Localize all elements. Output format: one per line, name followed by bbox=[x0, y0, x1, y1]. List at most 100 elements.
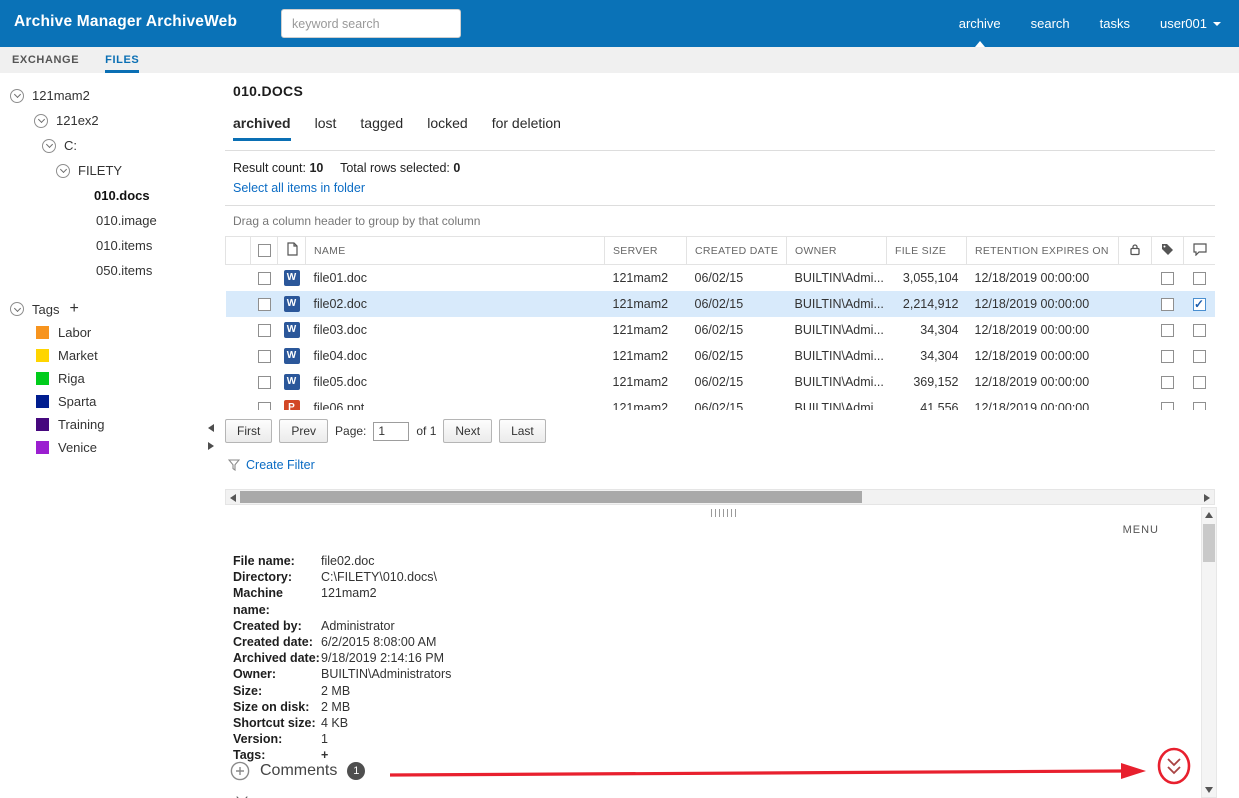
row-checkbox[interactable] bbox=[257, 375, 271, 389]
column-header-created-date[interactable]: CREATED DATE bbox=[686, 236, 787, 265]
nav-tasks[interactable]: tasks bbox=[1100, 0, 1130, 47]
view-tab-tagged[interactable]: tagged bbox=[360, 115, 403, 141]
select-all-link[interactable]: Select all items in folder bbox=[233, 181, 365, 195]
tag-item-riga[interactable]: Riga bbox=[0, 367, 216, 390]
chevron-down-icon[interactable] bbox=[236, 791, 248, 798]
keyword-search-input[interactable] bbox=[281, 9, 461, 38]
prev-page-button[interactable]: Prev bbox=[279, 419, 329, 443]
scroll-left-arrow[interactable] bbox=[230, 494, 236, 502]
scroll-right-arrow[interactable] bbox=[1204, 494, 1210, 502]
horizontal-scroll-thumb[interactable] bbox=[240, 491, 862, 503]
detail-value: BUILTIN\Administrators bbox=[321, 667, 452, 682]
table-row[interactable]: Wfile03.doc 121mam2 06/02/15 BUILTIN\Admi..… bbox=[226, 317, 1216, 343]
first-page-button[interactable]: First bbox=[225, 419, 273, 443]
tag-checkbox[interactable] bbox=[1161, 349, 1174, 363]
tag-checkbox[interactable] bbox=[1161, 401, 1174, 410]
scroll-up-arrow[interactable] bbox=[1205, 512, 1213, 518]
nav-search[interactable]: search bbox=[1031, 0, 1070, 47]
column-header-name[interactable]: NAME bbox=[305, 236, 605, 265]
collapse-right-icon[interactable] bbox=[208, 442, 214, 450]
expand-collapse-icon[interactable] bbox=[42, 138, 56, 153]
tree-item-FILETY[interactable]: FILETY bbox=[0, 158, 216, 183]
divider bbox=[225, 150, 1215, 151]
tree-item-121ex2[interactable]: 121ex2 bbox=[0, 108, 216, 133]
expand-collapse-icon[interactable] bbox=[56, 163, 70, 178]
file-type-column-icon[interactable] bbox=[277, 236, 306, 265]
column-header-owner[interactable]: OWNER bbox=[786, 236, 887, 265]
tag-checkbox[interactable] bbox=[1161, 375, 1174, 389]
select-all-checkbox[interactable] bbox=[257, 244, 271, 257]
file-type-icon: P bbox=[283, 399, 300, 410]
view-tab-locked[interactable]: locked bbox=[427, 115, 467, 141]
tag-item-market[interactable]: Market bbox=[0, 344, 216, 367]
horizontal-scrollbar[interactable] bbox=[225, 489, 1215, 505]
panel-resize-grip[interactable] bbox=[711, 509, 737, 517]
tree-item-010.items[interactable]: 010.items bbox=[0, 233, 216, 258]
table-row[interactable]: Wfile04.doc 121mam2 06/02/15 BUILTIN\Admi..… bbox=[226, 343, 1216, 369]
create-filter-link[interactable]: Create Filter bbox=[228, 458, 315, 472]
tab-files[interactable]: FILES bbox=[105, 47, 140, 73]
column-header-file-size[interactable]: FILE SIZE bbox=[886, 236, 967, 265]
tree-item-010.image[interactable]: 010.image bbox=[0, 208, 216, 233]
tree-item-121mam2[interactable]: 121mam2 bbox=[0, 83, 216, 108]
row-checkbox[interactable] bbox=[257, 349, 271, 363]
tag-column-header[interactable] bbox=[1151, 236, 1184, 265]
comment-checkbox[interactable] bbox=[1193, 401, 1206, 410]
lock-column-header[interactable] bbox=[1118, 236, 1152, 265]
tag-checkbox[interactable] bbox=[1161, 297, 1174, 311]
tab-exchange[interactable]: EXCHANGE bbox=[12, 47, 79, 73]
panel-splitter[interactable] bbox=[205, 424, 217, 450]
cell-file-size: 41,556 bbox=[920, 400, 959, 411]
comment-checkbox[interactable] bbox=[1193, 375, 1206, 389]
top-bar: Archive Manager ArchiveWeb archive search… bbox=[0, 0, 1239, 47]
row-checkbox[interactable] bbox=[257, 297, 271, 311]
nav-label: search bbox=[1030, 16, 1070, 31]
last-page-button[interactable]: Last bbox=[499, 419, 546, 443]
page-number-input[interactable] bbox=[373, 421, 410, 441]
vertical-scroll-thumb[interactable] bbox=[1203, 524, 1215, 562]
collapse-left-icon[interactable] bbox=[208, 424, 214, 432]
details-menu[interactable]: MENU bbox=[1123, 524, 1159, 536]
tree-item-C:[interactable]: C: bbox=[0, 133, 216, 158]
row-checkbox[interactable] bbox=[257, 401, 271, 410]
tag-label: Riga bbox=[58, 371, 85, 386]
nav-archive[interactable]: archive bbox=[959, 0, 1001, 47]
expand-collapse-icon[interactable] bbox=[34, 113, 48, 128]
table-row[interactable]: Wfile05.doc 121mam2 06/02/15 BUILTIN\Admi..… bbox=[226, 369, 1216, 395]
column-header-server[interactable]: SERVER bbox=[604, 236, 687, 265]
comment-checkbox[interactable] bbox=[1193, 297, 1206, 311]
view-tab-archived[interactable]: archived bbox=[233, 115, 291, 141]
table-row[interactable]: Wfile02.doc 121mam2 06/02/15 BUILTIN\Admi..… bbox=[225, 290, 1215, 317]
tag-item-training[interactable]: Training bbox=[0, 413, 216, 436]
comment-checkbox[interactable] bbox=[1193, 323, 1206, 337]
tag-item-labor[interactable]: Labor bbox=[0, 321, 216, 344]
table-row[interactable]: Wfile01.doc 121mam2 06/02/15 BUILTIN\Admi..… bbox=[226, 265, 1216, 291]
expand-comments-icon[interactable] bbox=[230, 761, 250, 781]
table-row[interactable]: Pfile06.ppt 121mam2 06/02/15 BUILTIN\Admi..… bbox=[226, 395, 1216, 411]
tree-item-010.docs[interactable]: 010.docs bbox=[0, 183, 216, 208]
expand-collapse-icon[interactable] bbox=[10, 88, 24, 103]
view-tab-lost[interactable]: lost bbox=[315, 115, 337, 141]
tag-item-venice[interactable]: Venice bbox=[0, 436, 216, 459]
tree-item-050.items[interactable]: 050.items bbox=[0, 258, 216, 283]
scroll-down-arrow[interactable] bbox=[1205, 787, 1213, 793]
file-grid: NAME SERVER CREATED DATE OWNER FILE SIZE… bbox=[225, 236, 1215, 410]
cell-server: 121mam2 bbox=[612, 270, 669, 285]
add-tag-button[interactable]: + bbox=[69, 301, 78, 317]
row-checkbox[interactable] bbox=[257, 271, 271, 285]
row-checkbox[interactable] bbox=[257, 323, 271, 337]
detail-row: Size on disk: 2 MB bbox=[233, 699, 451, 715]
tags-collapse-icon[interactable] bbox=[10, 302, 24, 316]
comment-column-header[interactable] bbox=[1183, 236, 1215, 265]
detail-label: File name: bbox=[233, 554, 295, 568]
vertical-scrollbar[interactable] bbox=[1201, 507, 1217, 798]
comment-checkbox[interactable] bbox=[1193, 349, 1206, 363]
tag-item-sparta[interactable]: Sparta bbox=[0, 390, 216, 413]
nav-user001[interactable]: user001 bbox=[1160, 0, 1221, 47]
comment-checkbox[interactable] bbox=[1193, 271, 1206, 285]
column-header-retention[interactable]: RETENTION EXPIRES ON bbox=[966, 236, 1119, 265]
view-tab-for-deletion[interactable]: for deletion bbox=[492, 115, 561, 141]
tag-checkbox[interactable] bbox=[1161, 323, 1174, 337]
next-page-button[interactable]: Next bbox=[443, 419, 493, 443]
tag-checkbox[interactable] bbox=[1161, 271, 1174, 285]
